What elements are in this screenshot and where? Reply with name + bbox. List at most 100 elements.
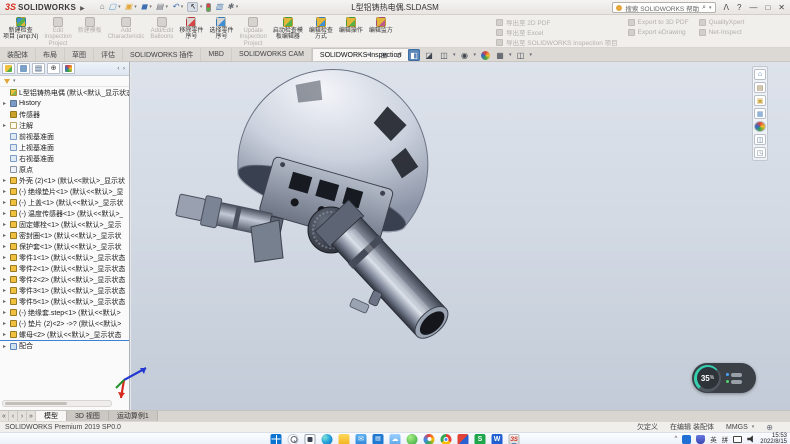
sheets-app-icon[interactable]: [475, 434, 486, 444]
appearances-scenes-icon[interactable]: [754, 121, 766, 132]
export-button[interactable]: Net-Inspect: [699, 28, 745, 36]
tree-item[interactable]: ▸ (-) 绝缘垫片<1> (默认<<默认>_显: [0, 186, 129, 197]
custom-properties-icon[interactable]: [754, 134, 766, 145]
expand-arrow-icon[interactable]: ▸: [3, 232, 10, 239]
ribbon-button[interactable]: 选择零件 序号: [206, 15, 236, 47]
expand-arrow-icon[interactable]: ▸: [3, 100, 10, 107]
globe-icon[interactable]: [766, 423, 773, 432]
tree-item[interactable]: 传感器: [0, 109, 129, 120]
tree-item[interactable]: ▸ (-) 温度传感器<1> (默认<<默认>_: [0, 208, 129, 219]
graphics-viewport[interactable]: [131, 62, 790, 410]
3d-model[interactable]: [131, 62, 790, 410]
undo-caret-icon[interactable]: ▾: [181, 4, 184, 10]
tree-item[interactable]: ▸ 零件2<1> (默认<<默认>_显示状态: [0, 263, 129, 274]
tree-item[interactable]: ▸ (-) 上盖<1> (默认<<默认>_显示状: [0, 197, 129, 208]
undo-icon[interactable]: [172, 3, 179, 11]
expand-arrow-icon[interactable]: ▸: [3, 298, 10, 305]
display-style-icon[interactable]: [438, 49, 450, 61]
tree-horizontal-scrollbar[interactable]: [2, 400, 112, 407]
apply-scene-caret-icon[interactable]: ▾: [509, 52, 512, 58]
units-caret-icon[interactable]: ▾: [752, 424, 755, 430]
open-icon[interactable]: [125, 3, 133, 11]
doc-tab-last-icon[interactable]: »: [27, 411, 36, 421]
ribbon-button[interactable]: Add Characteristic: [105, 15, 148, 47]
ribbon-button[interactable]: 新建检查 项目 (amp;N): [0, 15, 41, 47]
hide-show-caret-icon[interactable]: ▾: [474, 52, 477, 58]
task-view-icon[interactable]: [305, 434, 316, 444]
command-tab[interactable]: 草图: [65, 48, 94, 61]
document-tab[interactable]: 模型: [36, 411, 67, 421]
ribbon-button[interactable]: 编辑监方: [366, 15, 396, 47]
expand-arrow-icon[interactable]: ▸: [3, 343, 10, 350]
tree-item[interactable]: ▸ 配合: [0, 340, 129, 351]
weather-icon[interactable]: [390, 434, 401, 444]
tree-item[interactable]: ▸ 注解: [0, 120, 129, 131]
recorder-button-top[interactable]: [726, 373, 742, 377]
filter-funnel-icon[interactable]: [4, 79, 10, 84]
taskbar-search-icon[interactable]: [288, 434, 299, 444]
word-app-icon[interactable]: [492, 434, 503, 444]
expand-arrow-icon[interactable]: ▸: [3, 276, 10, 283]
tree-item[interactable]: ▸ (-) 垫片 (2)<2> ->? (默认<<默认>: [0, 318, 129, 329]
mail-icon[interactable]: [356, 434, 367, 444]
display-tray-icon[interactable]: [733, 436, 742, 443]
tray-app-blue-icon[interactable]: [682, 435, 691, 444]
print-caret-icon[interactable]: ▾: [165, 4, 168, 10]
expand-arrow-icon[interactable]: ▸: [3, 309, 10, 316]
file-explorer-taskbar-icon[interactable]: [339, 434, 350, 444]
zoom-to-fit-icon[interactable]: [363, 49, 375, 61]
design-library-icon[interactable]: [754, 82, 766, 93]
recorder-button-bottom[interactable]: [726, 380, 742, 384]
tree-item[interactable]: ▸ 零件2<2> (默认<<默认>_显示状态: [0, 274, 129, 285]
forum-icon[interactable]: [754, 147, 766, 158]
expand-arrow-icon[interactable]: ▸: [3, 243, 10, 250]
start-button-icon[interactable]: [271, 434, 282, 444]
tree-item[interactable]: ▸ 螺母<2> (默认<<默认>_显示状态: [0, 329, 129, 340]
expand-arrow-icon[interactable]: ▸: [3, 254, 10, 261]
display-manager-tab[interactable]: [62, 63, 75, 74]
doc-tab-next-icon[interactable]: ›: [18, 411, 27, 421]
ribbon-button[interactable]: Add/Edit Balloons: [147, 15, 176, 47]
home-icon[interactable]: [100, 3, 105, 11]
export-button[interactable]: QualityXpert: [699, 18, 745, 26]
expand-arrow-icon[interactable]: ▸: [3, 320, 10, 327]
apply-scene-icon[interactable]: [494, 49, 506, 61]
dictionary-app-icon[interactable]: [458, 434, 469, 444]
tree-item[interactable]: 上视基准面: [0, 142, 129, 153]
ribbon-button[interactable]: 编辑操作: [336, 15, 366, 47]
export-button[interactable]: 导出至 SOLIDWORKS Inspection 项目: [496, 38, 618, 46]
feature-manager-tab[interactable]: [2, 63, 15, 74]
close-button[interactable]: ✕: [775, 0, 788, 15]
ribbon-button[interactable]: 编辑检查 方式: [306, 15, 336, 47]
search-input[interactable]: 搜索 SOLIDWORKS 帮助 ⌕ ▾: [612, 2, 715, 13]
scrollbar-thumb[interactable]: [5, 402, 67, 405]
solidworks-taskbar-icon[interactable]: [509, 434, 520, 444]
view-settings-caret-icon[interactable]: ▾: [530, 52, 533, 58]
dimxpert-manager-tab[interactable]: ⊕: [47, 63, 60, 74]
expand-arrow-icon[interactable]: ▸: [3, 265, 10, 272]
tree-item[interactable]: 前视基准面: [0, 131, 129, 142]
tree-item[interactable]: ▸ 零件3<1> (默认<<默认>_显示状态: [0, 285, 129, 296]
edit-appearance-icon[interactable]: [479, 49, 491, 61]
doc-tab-first-icon[interactable]: «: [0, 411, 9, 421]
expand-arrow-icon[interactable]: ▸: [3, 210, 10, 217]
ribbon-button[interactable]: Update Inspection Project: [236, 15, 269, 47]
ime-english-indicator[interactable]: 英: [710, 434, 717, 444]
view-orientation-icon[interactable]: [408, 49, 420, 61]
expand-arrow-icon[interactable]: ▸: [3, 331, 10, 338]
command-tab[interactable]: 布局: [36, 48, 65, 61]
tree-item[interactable]: L型铝铸热电偶 (默认<默认_显示状态-1: [0, 87, 129, 98]
tree-item[interactable]: ▸ 保护套<1> (默认<<默认>_显示状: [0, 241, 129, 252]
options-caret-icon[interactable]: ▾: [236, 4, 239, 10]
hidden-icons-chevron[interactable]: ^: [674, 436, 677, 442]
tree-item[interactable]: ▸ 外壳 (2)<1> (默认<<默认>_显示状: [0, 175, 129, 186]
options-gear-icon[interactable]: [227, 3, 234, 11]
command-tab[interactable]: SOLIDWORKS 插件: [123, 48, 201, 61]
open-caret-icon[interactable]: ▾: [134, 4, 137, 10]
chrome-icon[interactable]: [441, 434, 452, 444]
tree-item[interactable]: ▸ History: [0, 98, 129, 109]
tray-shield-icon[interactable]: [696, 435, 705, 444]
command-tab[interactable]: 评估: [94, 48, 123, 61]
screen-recorder-overlay[interactable]: 35%: [692, 363, 756, 393]
tree-item[interactable]: ▸ 固定螺栓<1> (默认<<默认>_显示: [0, 219, 129, 230]
